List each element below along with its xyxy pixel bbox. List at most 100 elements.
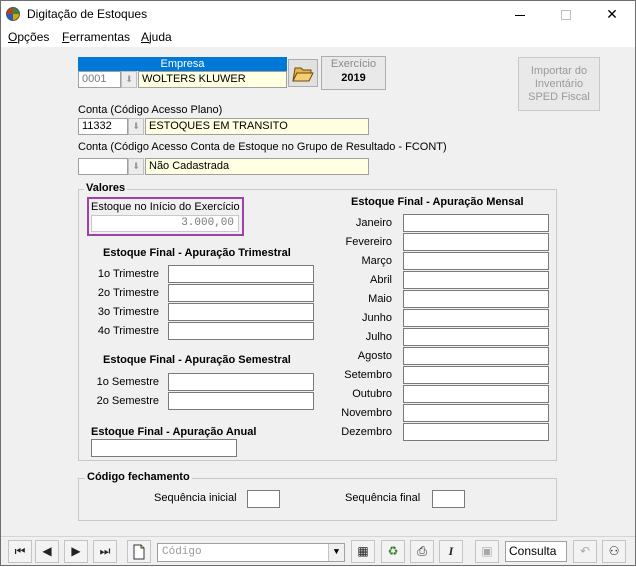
month-field[interactable]	[403, 328, 549, 346]
mode-indicator: Consulta	[505, 541, 567, 562]
conta-code-field[interactable]: 11332	[78, 118, 128, 135]
semestre-2-field[interactable]	[168, 392, 314, 410]
trimestre-3-field[interactable]	[168, 303, 314, 321]
month-field[interactable]	[403, 366, 549, 384]
mensal-title: Estoque Final - Apuração Mensal	[351, 196, 524, 208]
printer-icon: ⎙	[417, 544, 427, 558]
month-field[interactable]	[403, 290, 549, 308]
empresa-header: Empresa	[78, 57, 287, 71]
trash-icon: ♻	[387, 544, 399, 558]
folder-open-icon	[292, 67, 314, 82]
month-label: Novembro	[341, 407, 392, 419]
month-field[interactable]	[403, 404, 549, 422]
bottom-toolbar: ⏮ ◀ ▶ ⏭ Código ▼ ▦ ♻ ⎙ I ▣ Consulta ↶ ⚇	[1, 536, 635, 565]
month-field[interactable]	[403, 233, 549, 251]
report-button[interactable]: ▦	[351, 540, 375, 563]
month-label: Setembro	[344, 369, 392, 381]
chevron-down-icon[interactable]: ▼	[328, 544, 344, 561]
conta-fcont-name-field: Não Cadastrada	[145, 158, 369, 175]
menu-ajuda[interactable]: Ajuda	[141, 30, 172, 44]
conta-fcont-label: Conta (Código Acesso Conta de Estoque no…	[78, 141, 447, 153]
menu-opcoes[interactable]: Opções	[8, 30, 49, 44]
empresa-code-field[interactable]: 0001	[78, 71, 121, 88]
menu-ferramentas[interactable]: Ferramentas	[62, 30, 130, 44]
seq-final-field[interactable]	[432, 490, 465, 508]
search-button[interactable]: ⚇	[602, 540, 626, 563]
month-field[interactable]	[403, 385, 549, 403]
seq-inicial-label: Sequência inicial	[154, 492, 237, 504]
conta-name-field: ESTOQUES EM TRANSITO	[145, 118, 369, 135]
conta-label: Conta (Código Acesso Plano)	[78, 104, 223, 116]
menu-bar: Opções Ferramentas Ajuda	[1, 28, 635, 47]
prev-record-button[interactable]: ◀	[35, 540, 59, 563]
trimestre-1-field[interactable]	[168, 265, 314, 283]
maximize-icon	[561, 10, 571, 21]
undo-button: ↶	[573, 540, 597, 563]
trimestre-1-label: 1o Trimestre	[97, 268, 159, 280]
anual-field[interactable]	[91, 439, 237, 457]
month-label: Outubro	[352, 388, 392, 400]
semestral-title: Estoque Final - Apuração Semestral	[103, 354, 291, 366]
next-record-button[interactable]: ▶	[64, 540, 88, 563]
conta-fcont-code-field[interactable]	[78, 158, 128, 175]
codigo-fechamento-title: Código fechamento	[85, 471, 192, 483]
exercicio-box: Exercício 2019	[321, 56, 386, 90]
seq-inicial-field[interactable]	[247, 490, 280, 508]
sped-line-3: SPED Fiscal	[528, 91, 590, 103]
month-field[interactable]	[403, 423, 549, 441]
codigo-combo-text: Código	[162, 546, 202, 558]
new-document-icon	[133, 544, 145, 560]
semestre-1-field[interactable]	[168, 373, 314, 391]
trimestre-3-label: 3o Trimestre	[97, 306, 159, 318]
info-icon: I	[448, 544, 454, 558]
arrow-down-icon: ⬇	[132, 161, 140, 171]
month-label: Fevereiro	[345, 236, 392, 248]
month-field[interactable]	[403, 271, 549, 289]
first-record-icon: ⏮	[14, 544, 26, 558]
print-button[interactable]: ⎙	[410, 540, 434, 563]
close-icon: ✕	[606, 6, 618, 22]
new-record-button[interactable]	[127, 540, 151, 563]
trimestre-2-field[interactable]	[168, 284, 314, 302]
app-window: Digitação de Estoques ✕ Opções Ferrament…	[0, 0, 636, 566]
month-field[interactable]	[403, 214, 549, 232]
estoque-inicio-label: Estoque no Início do Exercício	[91, 201, 240, 213]
trimestre-4-field[interactable]	[168, 322, 314, 340]
codigo-fechamento-group	[78, 478, 557, 521]
trimestral-title: Estoque Final - Apuração Trimestral	[103, 247, 291, 259]
info-button[interactable]: I	[439, 540, 463, 563]
open-folder-button[interactable]	[288, 59, 318, 87]
exercicio-label: Exercício	[330, 58, 377, 70]
empresa-lookup-button[interactable]: ⬇	[121, 71, 137, 88]
sped-line-1: Importar do	[530, 65, 588, 77]
month-label: Março	[361, 255, 392, 267]
last-record-button[interactable]: ⏭	[93, 540, 117, 563]
conta-lookup-button[interactable]: ⬇	[128, 118, 144, 135]
trimestre-2-label: 2o Trimestre	[97, 287, 159, 299]
month-label: Julho	[365, 331, 392, 343]
anual-title: Estoque Final - Apuração Anual	[91, 426, 257, 438]
estoque-inicio-field[interactable]: 3.000,00	[91, 215, 239, 232]
conta-fcont-lookup-button[interactable]: ⬇	[128, 158, 144, 175]
delete-button[interactable]: ♻	[381, 540, 405, 563]
month-field[interactable]	[403, 347, 549, 365]
valores-title: Valores	[84, 182, 128, 194]
month-field[interactable]	[403, 252, 549, 270]
arrow-down-icon: ⬇	[125, 74, 133, 84]
undo-icon: ↶	[579, 544, 591, 558]
first-record-button[interactable]: ⏮	[8, 540, 32, 563]
month-label: Maio	[368, 293, 392, 305]
save-icon: ▣	[481, 544, 493, 558]
month-field[interactable]	[403, 309, 549, 327]
month-label: Agosto	[357, 350, 392, 362]
import-sped-button[interactable]: Importar do Inventário SPED Fiscal	[518, 57, 600, 111]
minimize-button[interactable]	[497, 1, 543, 28]
exercicio-year: 2019	[341, 72, 366, 84]
semestre-2-label: 2o Semestre	[96, 395, 159, 407]
semestre-1-label: 1o Semestre	[96, 376, 159, 388]
app-icon	[6, 7, 20, 21]
close-button[interactable]: ✕	[589, 1, 635, 28]
binoculars-icon: ⚇	[608, 544, 620, 558]
codigo-combo[interactable]: Código ▼	[157, 543, 345, 562]
month-label: Dezembro	[341, 426, 392, 438]
